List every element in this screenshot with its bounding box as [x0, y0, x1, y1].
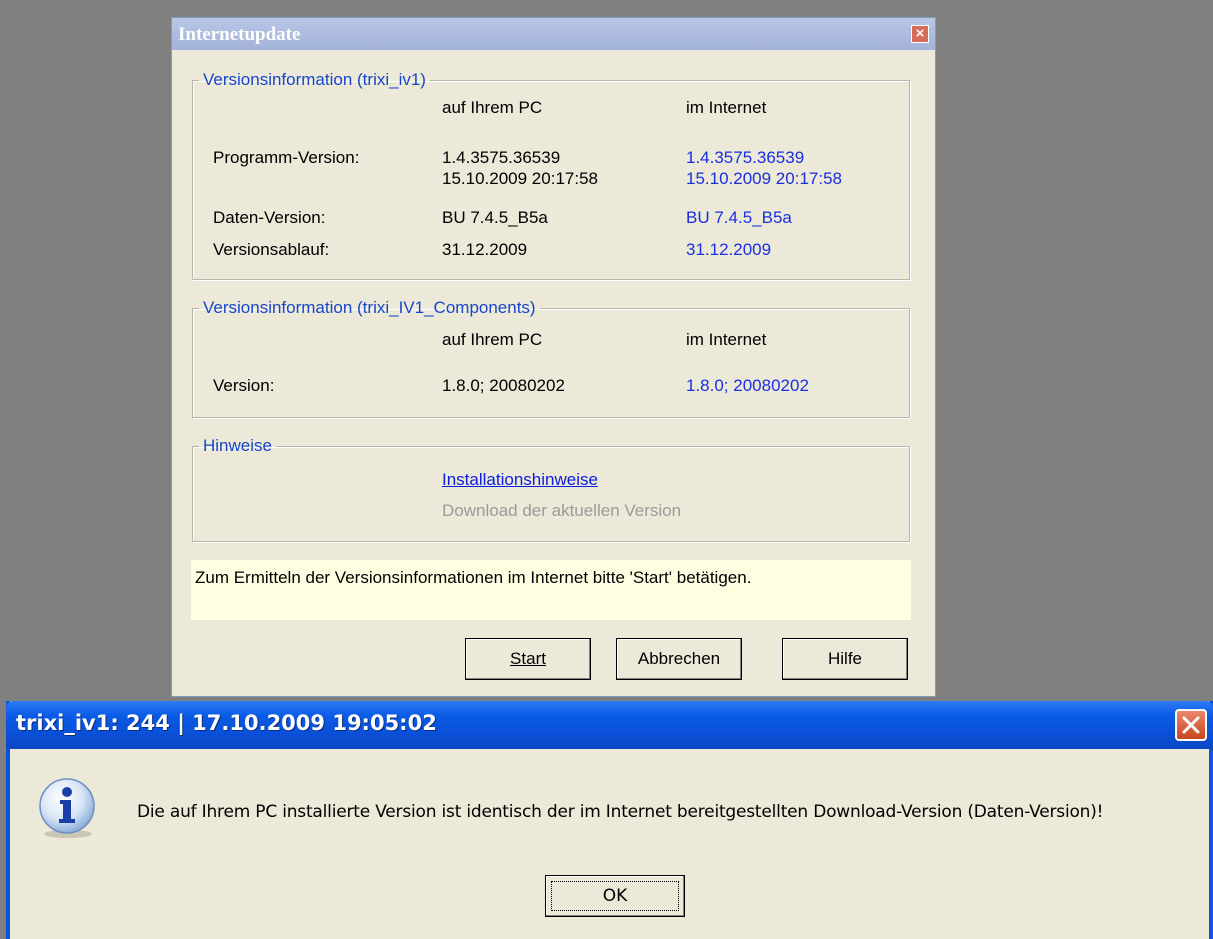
- data-version-label: Daten-Version:: [213, 208, 326, 227]
- program-version-pc-date: 15.10.2009 20:17:58: [442, 169, 598, 188]
- group-components-legend: Versionsinformation (trixi_IV1_Component…: [203, 298, 536, 317]
- expiry-label: Versionsablauf:: [213, 240, 330, 259]
- expiry-net: 31.12.2009: [686, 240, 772, 259]
- help-button-label: Hilfe: [827, 649, 862, 668]
- message-box: trixi_iv1: 244 | 17.10.2009 19:05:02 Die…: [6, 701, 1213, 939]
- group-components-info: Versionsinformation (trixi_IV1_Component…: [192, 298, 910, 418]
- col-header-internet: im Internet: [686, 98, 767, 117]
- ok-button[interactable]: OK: [545, 875, 685, 917]
- dialog-titlebar[interactable]: Internetupdate ×: [172, 18, 935, 50]
- close-icon[interactable]: ×: [911, 25, 929, 43]
- info-icon: [36, 775, 100, 844]
- dialog-title: Internetupdate: [178, 24, 301, 45]
- start-button[interactable]: Start: [465, 638, 591, 680]
- group-version-info-legend: Versionsinformation (trixi_iv1): [203, 70, 426, 89]
- focus-rectangle: [551, 881, 679, 911]
- message-box-titlebar[interactable]: trixi_iv1: 244 | 17.10.2009 19:05:02: [6, 701, 1213, 749]
- help-button[interactable]: Hilfe: [782, 638, 908, 680]
- installation-notes-link[interactable]: Installationshinweise: [442, 470, 598, 490]
- program-version-label: Programm-Version:: [213, 148, 360, 167]
- cancel-button-label: Abbrechen: [637, 649, 721, 668]
- expiry-pc: 31.12.2009: [442, 240, 528, 259]
- components-version-net: 1.8.0; 20080202: [686, 376, 809, 395]
- components-col-header-internet: im Internet: [686, 330, 767, 349]
- program-version-pc: 1.4.3575.36539: [442, 148, 561, 167]
- download-current-version-link: Download der aktuellen Version: [442, 501, 682, 520]
- data-version-pc: BU 7.4.5_B5a: [442, 208, 548, 227]
- message-box-title: trixi_iv1: 244 | 17.10.2009 19:05:02: [16, 711, 437, 735]
- col-header-pc: auf Ihrem PC: [442, 98, 543, 117]
- group-notes-legend: Hinweise: [203, 436, 272, 455]
- info-message: Zum Ermitteln der Versionsinformationen …: [191, 560, 911, 620]
- components-col-header-pc: auf Ihrem PC: [442, 330, 543, 349]
- internetupdate-dialog: Internetupdate × Versionsinformation (tr…: [171, 17, 936, 697]
- start-button-label: Start: [510, 649, 546, 668]
- message-text: Die auf Ihrem PC installierte Version is…: [137, 802, 1104, 822]
- program-version-net-date: 15.10.2009 20:17:58: [686, 169, 842, 188]
- program-version-net: 1.4.3575.36539: [686, 148, 805, 167]
- cancel-button[interactable]: Abbrechen: [616, 638, 742, 680]
- components-version-label: Version:: [213, 376, 275, 395]
- components-version-pc: 1.8.0; 20080202: [442, 376, 565, 395]
- close-icon[interactable]: [1175, 709, 1207, 741]
- data-version-net: BU 7.4.5_B5a: [686, 208, 792, 227]
